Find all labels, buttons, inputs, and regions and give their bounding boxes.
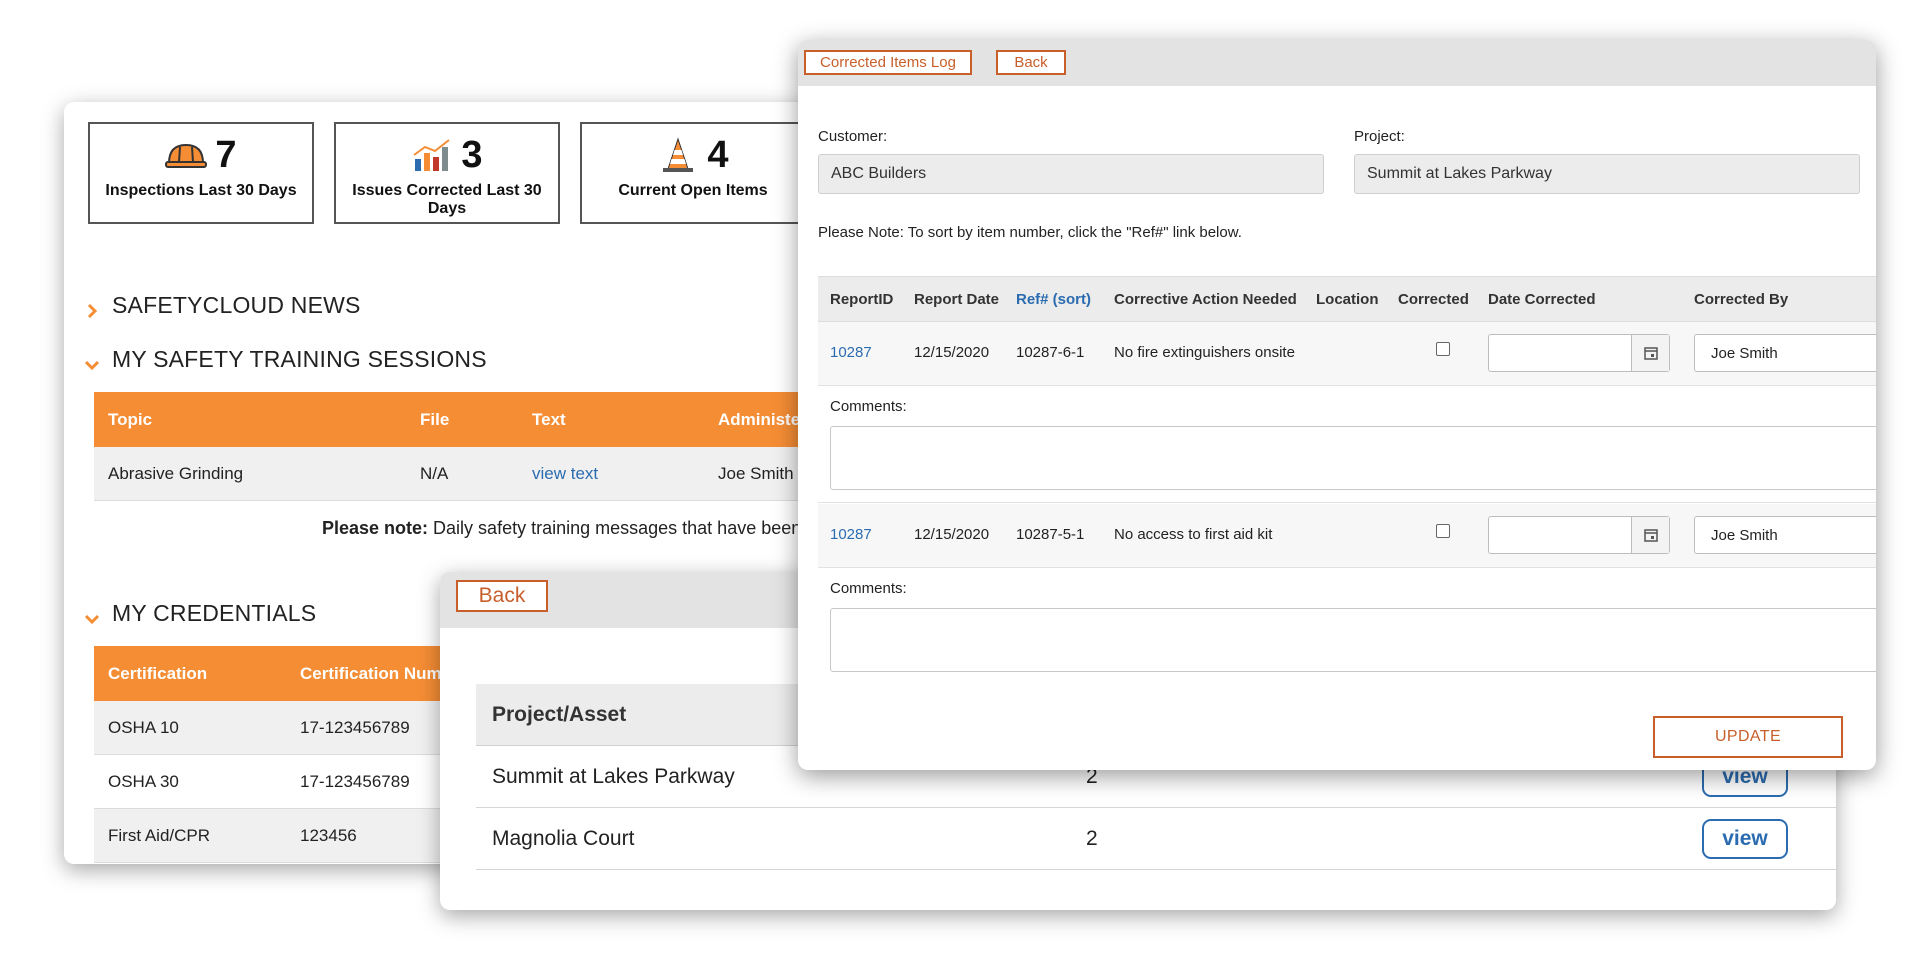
corrected-checkbox[interactable]: [1436, 342, 1450, 356]
col-corrected: Corrected: [1398, 290, 1469, 308]
section-title: MY SAFETY TRAINING SESSIONS: [112, 346, 487, 372]
col-location: Location: [1316, 290, 1379, 308]
sort-note: Please Note: To sort by item number, cli…: [818, 224, 1242, 241]
section-credentials[interactable]: MY CREDENTIALS: [84, 600, 316, 627]
note-text: Daily safety training messages that have…: [428, 518, 830, 538]
ref-number: 10287-6-1: [1016, 344, 1085, 361]
stat-count: 4: [707, 133, 729, 176]
hardhat-icon: [165, 137, 208, 173]
cert-cell: OSHA 10: [108, 717, 179, 737]
file-cell: N/A: [420, 463, 449, 483]
corrected-item-row: 10287 12/15/2020 10287-6-1 No fire extin…: [818, 322, 1876, 386]
report-date: 12/15/2020: [914, 526, 990, 543]
col-corrected-by: Corrected By: [1694, 290, 1789, 308]
update-button[interactable]: UPDATE: [1653, 716, 1843, 758]
stat-label: Inspections Last 30 Days: [105, 182, 297, 199]
col-admin: Administe: [718, 409, 801, 429]
col-text: Text: [532, 409, 566, 429]
calendar-icon[interactable]: [1631, 517, 1669, 553]
training-note: Please note: Daily safety training messa…: [322, 518, 829, 539]
admin-cell: Joe Smith: [718, 463, 794, 483]
back-button[interactable]: Back: [996, 50, 1066, 75]
note-label: Please note:: [322, 518, 429, 538]
stat-issues-corrected[interactable]: 3 Issues Corrected Last 30 Days: [334, 122, 560, 224]
topic-cell: Abrasive Grinding: [108, 463, 244, 483]
corrected-by-select[interactable]: Joe Smith: [1694, 334, 1876, 372]
corrective-action: No access to first aid kit: [1114, 526, 1273, 543]
section-title: MY CREDENTIALS: [112, 600, 317, 626]
stat-inspections[interactable]: 7 Inspections Last 30 Days: [88, 122, 314, 224]
col-project-asset: Project/Asset: [492, 702, 627, 726]
project-label: Project:: [1354, 128, 1405, 145]
back-button[interactable]: Back: [456, 580, 548, 612]
ref-number: 10287-5-1: [1016, 526, 1085, 543]
col-date-corrected: Date Corrected: [1488, 290, 1596, 308]
corrected-items-log-button[interactable]: Corrected Items Log: [804, 50, 972, 75]
col-report-id: ReportID: [830, 290, 894, 308]
stat-label: Issues Corrected Last 30 Days: [352, 182, 542, 217]
corrected-by-select[interactable]: Joe Smith: [1694, 516, 1876, 554]
chevron-right-icon: [84, 298, 100, 318]
bar-chart-icon: [411, 137, 453, 173]
cert-number-cell: 17-123456789: [300, 771, 410, 791]
panel-toolbar: Corrected Items Log Back: [798, 40, 1876, 86]
training-table: Topic File Text Administe Abrasive Grind…: [94, 392, 864, 501]
date-corrected-input[interactable]: [1488, 334, 1670, 372]
traffic-cone-icon: [657, 137, 699, 173]
section-news[interactable]: SAFETYCLOUD NEWS: [84, 292, 361, 319]
report-id-link[interactable]: 10287: [830, 526, 872, 543]
project-field[interactable]: Summit at Lakes Parkway: [1354, 154, 1860, 194]
customer-field[interactable]: ABC Builders: [818, 154, 1324, 194]
report-id-link[interactable]: 10287: [830, 344, 872, 361]
calendar-icon[interactable]: [1631, 335, 1669, 371]
col-cert-number: Certification Num: [300, 663, 442, 683]
col-corrective-action: Corrective Action Needed: [1114, 290, 1297, 308]
project-count: 2: [1086, 826, 1098, 850]
col-topic: Topic: [108, 409, 153, 429]
corrected-checkbox[interactable]: [1436, 524, 1450, 538]
corrective-action: No fire extinguishers onsite: [1114, 344, 1295, 361]
section-title: SAFETYCLOUD NEWS: [112, 292, 361, 318]
col-certification: Certification: [108, 663, 208, 683]
cert-cell: First Aid/CPR: [108, 825, 211, 845]
corrected-items-panel: Corrected Items Log Back Customer: ABC B…: [798, 40, 1876, 770]
section-training[interactable]: MY SAFETY TRAINING SESSIONS: [84, 346, 487, 373]
customer-label: Customer:: [818, 128, 888, 145]
divider: [818, 502, 1876, 503]
project-name: Summit at Lakes Parkway: [492, 764, 735, 788]
comments-textarea[interactable]: [830, 426, 1876, 490]
corrected-item-row: 10287 12/15/2020 10287-5-1 No access to …: [818, 504, 1876, 568]
view-text-link[interactable]: view text: [532, 447, 598, 500]
col-file: File: [420, 409, 450, 429]
cert-number-cell: 123456: [300, 825, 357, 845]
table-row: Magnolia Court 2 view: [476, 808, 1836, 870]
ref-sort-link[interactable]: Ref# (sort): [1016, 277, 1091, 321]
table-row: Abrasive Grinding N/A view text Joe Smit…: [94, 447, 864, 501]
comments-textarea[interactable]: [830, 608, 1876, 672]
items-table-header: ReportID Report Date Ref# (sort) Correct…: [818, 276, 1876, 322]
col-report-date: Report Date: [914, 290, 1000, 308]
comments-label: Comments:: [830, 580, 907, 597]
stat-count: 7: [215, 133, 237, 176]
chevron-down-icon: [84, 606, 100, 624]
view-button[interactable]: view: [1702, 819, 1788, 859]
cert-cell: OSHA 30: [108, 771, 179, 791]
stat-open-items[interactable]: 4 Current Open Items: [580, 122, 806, 224]
report-date: 12/15/2020: [914, 344, 990, 361]
table-header: Topic File Text Administe: [94, 392, 864, 447]
date-corrected-input[interactable]: [1488, 516, 1670, 554]
stat-count: 3: [461, 133, 483, 176]
comments-label: Comments:: [830, 398, 907, 415]
chevron-down-icon: [84, 352, 100, 370]
stat-label: Current Open Items: [618, 182, 768, 199]
project-name: Magnolia Court: [492, 826, 635, 850]
cert-number-cell: 17-123456789: [300, 717, 410, 737]
